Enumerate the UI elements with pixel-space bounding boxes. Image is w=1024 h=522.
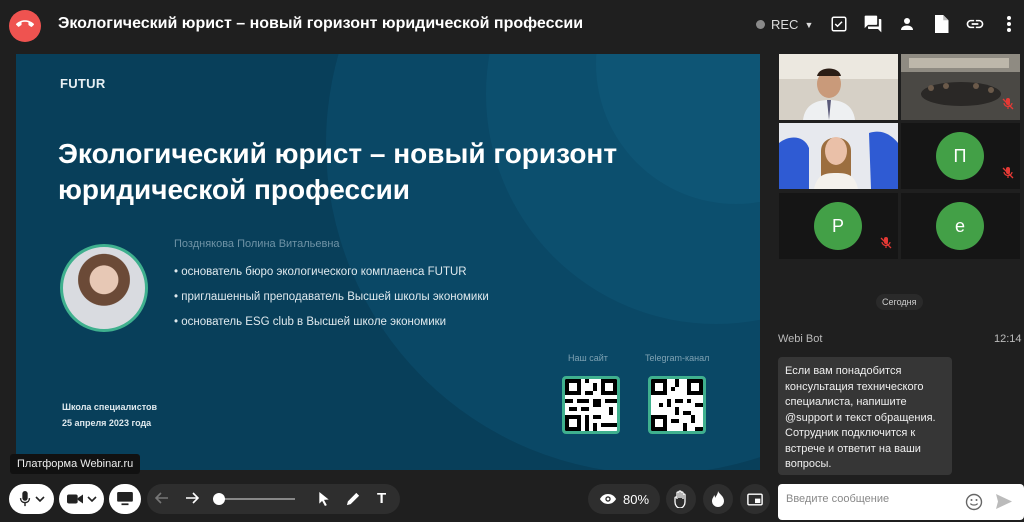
chat-message-input[interactable] xyxy=(786,493,956,505)
chat-icon[interactable] xyxy=(862,13,884,35)
pen-icon[interactable] xyxy=(346,491,361,511)
bullet-item: • приглашенный преподаватель Высшей школ… xyxy=(174,291,489,303)
chevron-down-icon xyxy=(34,496,45,502)
school-name: Школа специалистов xyxy=(62,402,158,412)
school-info: Школа специалистов 25 апреля 2023 года xyxy=(62,399,157,431)
screen-share-button[interactable] xyxy=(109,484,141,514)
layout-button[interactable] xyxy=(740,484,770,514)
record-button[interactable]: REC ▼ xyxy=(756,17,813,32)
eye-icon xyxy=(599,494,617,504)
camera-button[interactable] xyxy=(59,484,104,514)
hand-icon xyxy=(674,490,686,508)
qr-site-label: Наш сайт xyxy=(568,353,608,363)
participant-video xyxy=(779,123,898,189)
send-icon[interactable] xyxy=(996,494,1012,514)
record-label: REC xyxy=(771,17,799,32)
participant-video-tile[interactable] xyxy=(901,54,1020,120)
link-icon[interactable] xyxy=(964,13,986,35)
participant-video-tile[interactable] xyxy=(779,123,898,189)
event-date: 25 апреля 2023 года xyxy=(62,418,152,428)
chat-input-box xyxy=(778,484,1024,520)
participant-video-tile[interactable]: П xyxy=(901,123,1020,189)
chat-sender-name: Webi Bot xyxy=(778,333,823,345)
participant-video xyxy=(779,54,898,120)
platform-tooltip: Платформа Webinar.ru xyxy=(10,454,141,474)
microphone-muted-icon xyxy=(880,236,892,254)
microphone-muted-icon xyxy=(1002,97,1014,115)
speaker-bullets: • основатель бюро экологического комплае… xyxy=(174,266,489,341)
bullet-item: • основатель ESG club в Высшей школе эко… xyxy=(174,316,447,328)
bottom-toolbar: T 80% xyxy=(0,478,770,522)
drawing-toolbar: T xyxy=(147,484,400,514)
chat-message-time: 12:14 xyxy=(994,333,1022,345)
camera-icon xyxy=(66,494,83,504)
qr-telegram-label: Telegram-канал xyxy=(645,353,710,363)
chevron-down-icon xyxy=(86,496,97,502)
text-tool-icon[interactable]: T xyxy=(377,490,386,507)
microphone-muted-icon xyxy=(1002,166,1014,184)
picture-in-picture-icon xyxy=(747,492,763,506)
fire-icon xyxy=(712,490,724,507)
more-vertical-icon[interactable] xyxy=(998,13,1020,35)
viewers-indicator[interactable]: 80% xyxy=(588,484,660,514)
raise-hand-button[interactable] xyxy=(666,484,696,514)
participant-video-tile[interactable] xyxy=(779,54,898,120)
record-dot-icon xyxy=(756,20,765,29)
presentation-slide: FUTUR Экологический юрист – новый горизо… xyxy=(16,54,760,470)
slide-title: Экологический юрист – новый горизонт юри… xyxy=(58,138,618,205)
microphone-button[interactable] xyxy=(9,484,54,514)
speaker-photo xyxy=(60,244,148,332)
bullet-item: • основатель бюро экологического комплае… xyxy=(174,266,467,278)
participant-avatar: П xyxy=(936,132,984,180)
participant-video-tile[interactable]: P xyxy=(779,193,898,259)
reactions-button[interactable] xyxy=(703,484,733,514)
participant-video-tile[interactable]: e xyxy=(901,193,1020,259)
tasks-checkbox-icon[interactable] xyxy=(828,13,850,35)
participants-icon[interactable] xyxy=(896,13,918,35)
participant-avatar: e xyxy=(936,202,984,250)
pointer-cursor-icon[interactable] xyxy=(318,491,330,511)
chat-date-divider: Сегодня xyxy=(876,294,923,310)
slide-brand: FUTUR xyxy=(60,76,106,91)
microphone-icon xyxy=(19,491,30,507)
speaker-name: Позднякова Полина Витальевна xyxy=(174,238,340,250)
top-bar: Экологический юрист – новый горизонт юри… xyxy=(0,0,1024,50)
arrow-left-icon[interactable] xyxy=(154,491,169,510)
document-icon[interactable] xyxy=(930,13,952,35)
slide-progress-slider[interactable] xyxy=(213,493,295,505)
qr-code-telegram xyxy=(648,376,706,434)
chevron-down-icon: ▼ xyxy=(804,19,814,30)
slider-handle[interactable] xyxy=(213,493,225,505)
hangup-button[interactable] xyxy=(9,10,41,42)
webinar-title: Экологический юрист – новый горизонт юри… xyxy=(58,15,584,32)
qr-code-site xyxy=(562,376,620,434)
emoji-icon[interactable] xyxy=(965,493,983,516)
viewers-percent: 80% xyxy=(622,491,650,507)
arrow-right-icon[interactable] xyxy=(185,491,200,510)
monitor-icon xyxy=(117,492,133,506)
phone-hangup-icon xyxy=(16,15,34,38)
participant-avatar: P xyxy=(814,202,862,250)
chat-message-bubble: Если вам понадобится консультация технич… xyxy=(778,357,952,475)
